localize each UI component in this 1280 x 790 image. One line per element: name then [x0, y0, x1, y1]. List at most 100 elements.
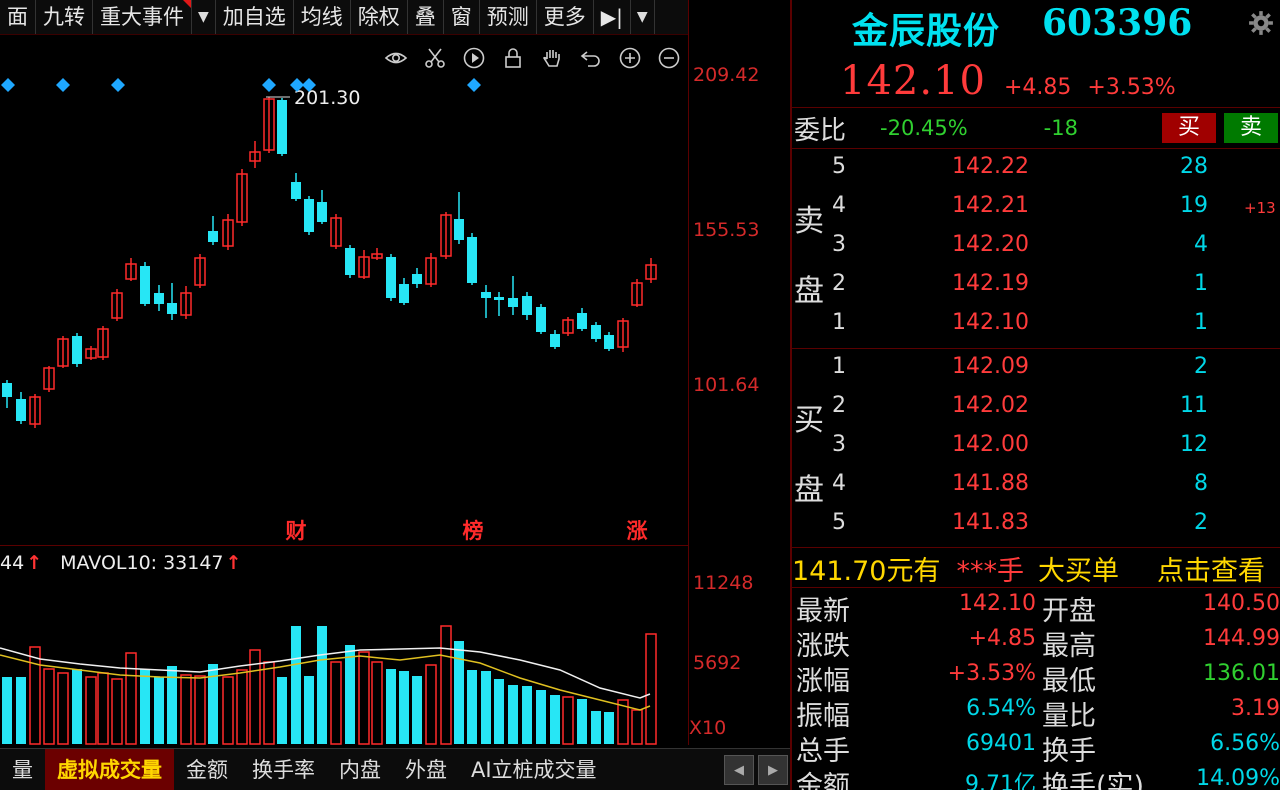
- volume-bar: [236, 669, 248, 745]
- volume-bar: [330, 661, 342, 745]
- stat-label: 开盘: [1042, 596, 1096, 627]
- volume-bar: [43, 668, 55, 745]
- signal-diamond-icon: [262, 78, 276, 92]
- volume-bar: [412, 676, 422, 744]
- toolbar-button[interactable]: 预测: [480, 0, 537, 34]
- volume-bar: [550, 695, 560, 744]
- ask-row[interactable]: 5 142.22 28: [792, 150, 1280, 189]
- indicator-tab[interactable]: 量: [0, 749, 45, 790]
- volume-bar: [358, 651, 370, 745]
- toolbar-button[interactable]: 除权: [351, 0, 408, 34]
- volume-bar: [425, 664, 437, 745]
- ask-row[interactable]: 3 142.20 4: [792, 228, 1280, 267]
- volume-bar: [522, 686, 532, 744]
- stat-value: +4.85: [968, 626, 1036, 651]
- chart-toolbar: 面九转 重大事件 ▼ 加自选 均线 除权叠窗预测 更多 ▶| ▼: [0, 0, 688, 35]
- volume-bar: [371, 661, 383, 745]
- bid-volume: 2: [1194, 510, 1208, 535]
- toolbar-button[interactable]: 均线: [294, 0, 351, 34]
- volume-bar: [536, 690, 546, 744]
- mavol-label: MAVOL10:: [60, 552, 158, 574]
- view-big-order-link[interactable]: 点击查看: [1157, 549, 1265, 588]
- nav-arrows: ◀ ▶: [724, 755, 788, 785]
- candle-body: [304, 199, 314, 232]
- kline-chart-panel[interactable]: 面九转 重大事件 ▼ 加自选 均线 除权叠窗预测 更多 ▶| ▼ 201.30 财榜涨 209.4…: [0, 0, 790, 790]
- stat-value: 6.56%: [1210, 731, 1280, 756]
- indicator-tab[interactable]: 虚拟成交量: [45, 749, 174, 790]
- signal-diamond-icon: [56, 78, 70, 92]
- bid-price: 141.88: [952, 471, 1029, 496]
- stat-label: 换手(实): [1042, 771, 1145, 790]
- toolbar-button[interactable]: 重大事件: [93, 0, 192, 34]
- indicator-tab[interactable]: 内盘: [327, 749, 393, 790]
- bid-row[interactable]: 3 142.00 12: [792, 428, 1280, 467]
- bid-row[interactable]: 5 141.83 2: [792, 506, 1280, 545]
- up-arrow-icon: ↑: [225, 552, 242, 574]
- price-axis-label: 101.64: [693, 374, 760, 396]
- toolbar-button[interactable]: 窗: [444, 0, 480, 34]
- scroll-left-button[interactable]: ◀: [724, 755, 754, 785]
- big-order-bar[interactable]: 141.70元有 ***手 大买单 点击查看: [792, 549, 1280, 588]
- indicator-tab[interactable]: 换手率: [240, 749, 327, 790]
- price-axis-label: 155.53: [693, 219, 760, 241]
- toolbar-button[interactable]: ▶|: [594, 0, 631, 34]
- volume-bar: [562, 696, 574, 745]
- toolbar-button[interactable]: ▼: [192, 0, 216, 34]
- toolbar-button[interactable]: 更多: [537, 0, 594, 34]
- last-price: 142.10: [840, 58, 986, 104]
- stat-label: 涨幅: [796, 666, 850, 697]
- bid-volume: 12: [1180, 432, 1208, 457]
- volume-bar: [194, 675, 206, 745]
- candlestick-canvas[interactable]: 201.30 财 榜 涨: [0, 34, 688, 746]
- volume-bar: [577, 699, 587, 744]
- toolbar-button[interactable]: 面: [0, 0, 36, 34]
- bid-row[interactable]: 4 141.88 8: [792, 467, 1280, 506]
- bid-row[interactable]: 1 142.09 2: [792, 350, 1280, 389]
- ask-price: 142.10: [952, 310, 1029, 335]
- ma-value: 44: [0, 552, 25, 574]
- candle-body: [140, 266, 150, 304]
- stat-row: 总手 69401 换手 6.56%: [792, 729, 1280, 767]
- candle-body: [291, 182, 301, 199]
- indicator-tab[interactable]: 金额: [174, 749, 240, 790]
- candle-body: [550, 334, 560, 347]
- ask-row[interactable]: 2 142.19 1: [792, 267, 1280, 306]
- indicator-tab[interactable]: AI立桩成交量: [459, 749, 609, 790]
- bid-level: 2: [832, 393, 846, 418]
- volume-bar: [304, 676, 314, 744]
- ask-row[interactable]: 4 142.21 19 +13: [792, 189, 1280, 228]
- volume-bar: [222, 676, 234, 745]
- volume-axis-label: 5692: [693, 652, 742, 674]
- divider: [792, 348, 1280, 349]
- volume-bar: [277, 677, 287, 744]
- stat-label: 总手: [796, 736, 850, 767]
- signal-diamond-icon: [111, 78, 125, 92]
- stat-label: 量比: [1042, 701, 1096, 732]
- volume-bar: [85, 676, 97, 745]
- volume-axis-label: X10: [689, 717, 727, 739]
- toolbar-button[interactable]: 九转: [36, 0, 93, 34]
- stat-value: 9.71亿: [965, 772, 1036, 790]
- stat-value: 3.19: [1231, 696, 1280, 721]
- divider: [792, 107, 1280, 108]
- ask-row[interactable]: 1 142.10 1: [792, 306, 1280, 345]
- ask-level: 2: [832, 271, 846, 296]
- stat-value: 144.99: [1203, 626, 1280, 651]
- toolbar-button[interactable]: ▼: [631, 0, 655, 34]
- scroll-right-button[interactable]: ▶: [758, 755, 788, 785]
- bid-row[interactable]: 2 142.02 11: [792, 389, 1280, 428]
- toolbar-button[interactable]: 加自选: [216, 0, 294, 34]
- bid-level: 3: [832, 432, 846, 457]
- ask-volume-change: +13: [1244, 199, 1276, 217]
- bid-level: 5: [832, 510, 846, 535]
- indicator-tab[interactable]: 外盘: [393, 749, 459, 790]
- stat-row: 涨幅 +3.53% 最低 136.01: [792, 659, 1280, 697]
- sell-button[interactable]: 卖: [1224, 113, 1278, 143]
- toolbar-button[interactable]: 叠: [408, 0, 444, 34]
- stat-value: 6.54%: [966, 696, 1036, 721]
- volume-bar: [57, 672, 69, 745]
- gear-icon[interactable]: [1248, 10, 1274, 36]
- volume-bar: [29, 646, 41, 745]
- candle-body: [522, 296, 532, 315]
- buy-button[interactable]: 买: [1162, 113, 1216, 143]
